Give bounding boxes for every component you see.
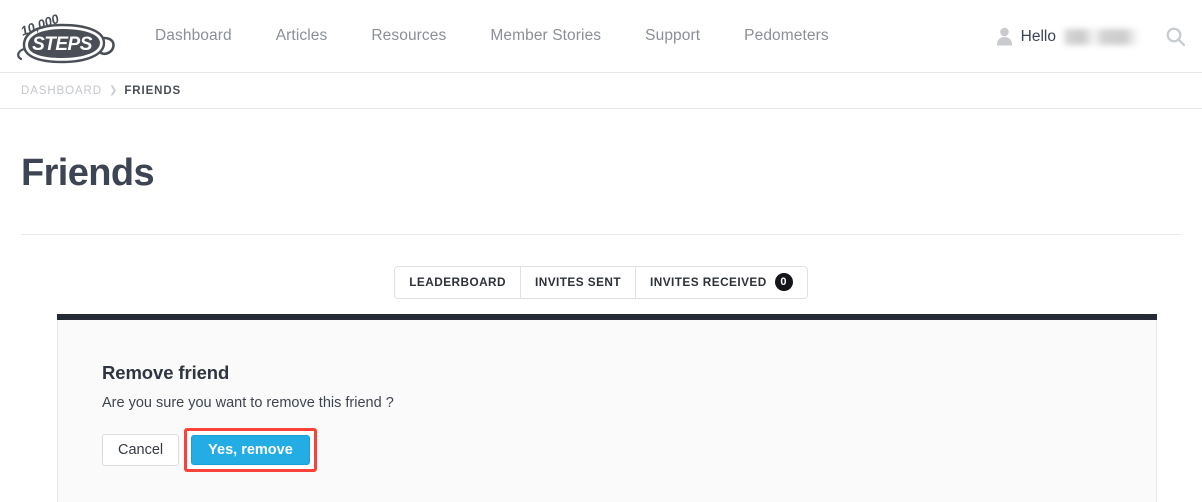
- tab-label: INVITES RECEIVED: [650, 275, 767, 290]
- tab-label: LEADERBOARD: [409, 275, 506, 290]
- page-content: Friends LEADERBOARD INVITES SENT INVITES…: [0, 152, 1202, 502]
- username-redacted: [1062, 28, 1140, 45]
- tab-group: LEADERBOARD INVITES SENT INVITES RECEIVE…: [394, 265, 808, 299]
- panel-confirmation-message: Are you sure you want to remove this fri…: [102, 394, 394, 411]
- tabs-container: LEADERBOARD INVITES SENT INVITES RECEIVE…: [21, 265, 1181, 299]
- nav-item-support[interactable]: Support: [645, 21, 700, 51]
- remove-friend-panel: Remove friend Are you sure you want to r…: [57, 313, 1157, 502]
- panel-actions: Cancel Yes, remove: [102, 427, 1156, 472]
- cancel-button[interactable]: Cancel: [102, 433, 180, 466]
- header-account-area: Hello: [996, 0, 1188, 73]
- greeting-text: Hello: [1020, 27, 1056, 45]
- confirm-remove-button[interactable]: Yes, remove: [191, 434, 310, 465]
- breadcrumb-item-friends: FRIENDS: [124, 84, 182, 97]
- tab-invites-sent[interactable]: INVITES SENT: [521, 266, 637, 298]
- site-logo[interactable]: 10,000 STEPS: [12, 5, 117, 67]
- nav-item-member-stories[interactable]: Member Stories: [490, 21, 601, 51]
- nav-item-articles[interactable]: Articles: [276, 21, 328, 51]
- site-header: 10,000 STEPS Dashboard Articles Resource…: [0, 0, 1202, 73]
- confirm-button-highlight: Yes, remove: [184, 427, 317, 472]
- nav-item-pedometers[interactable]: Pedometers: [744, 21, 829, 51]
- tab-leaderboard[interactable]: LEADERBOARD: [395, 266, 521, 298]
- user-silhouette-icon: [996, 27, 1012, 46]
- footprint-logo-icon: 10,000 STEPS: [17, 11, 115, 64]
- panel-top-accent-bar: [57, 313, 1157, 320]
- svg-text:STEPS: STEPS: [32, 34, 93, 55]
- tab-label: INVITES SENT: [535, 275, 622, 290]
- title-divider: [21, 233, 1181, 235]
- panel-heading: Remove friend: [102, 361, 230, 383]
- invites-received-count-badge: 0: [774, 273, 793, 292]
- main-navigation: Dashboard Articles Resources Member Stor…: [155, 21, 829, 51]
- nav-item-dashboard[interactable]: Dashboard: [155, 21, 232, 51]
- tab-invites-received[interactable]: INVITES RECEIVED 0: [636, 266, 807, 298]
- search-button[interactable]: [1164, 25, 1188, 49]
- breadcrumb: DASHBOARD ❯ FRIENDS: [0, 73, 1202, 109]
- page-title: Friends: [21, 152, 155, 194]
- breadcrumb-item-dashboard[interactable]: DASHBOARD: [21, 85, 102, 97]
- search-icon: [1166, 27, 1186, 46]
- breadcrumb-separator-icon: ❯: [108, 84, 118, 96]
- nav-item-resources[interactable]: Resources: [371, 21, 446, 51]
